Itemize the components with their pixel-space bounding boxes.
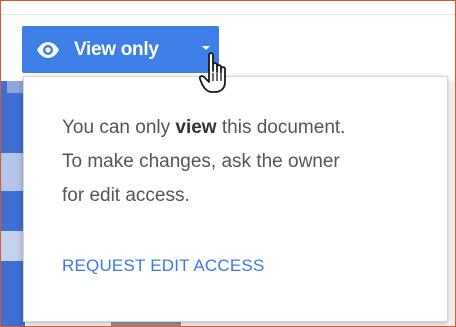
background-document [1,81,25,326]
background-element [451,81,455,326]
view-only-label: View only [74,38,159,60]
caret-down-icon[interactable] [202,46,210,50]
divider [1,14,455,15]
message-line1-suffix: this document. [216,117,346,138]
popup-message: You can only view this document. To make… [62,111,432,213]
view-only-popup: You can only view this document. To make… [23,76,448,322]
message-line2: To make changes, ask the owner [62,151,340,172]
eye-icon [37,41,59,58]
message-line3: for edit access. [62,185,190,206]
hand-pointer-icon [199,52,226,93]
message-emphasis: view [175,117,217,138]
request-edit-access-link[interactable]: REQUEST EDIT ACCESS [62,256,265,276]
screenshot-frame: View only You can only view this documen… [0,0,456,327]
view-only-button[interactable]: View only [22,26,219,73]
message-line1-prefix: You can only [62,117,176,138]
